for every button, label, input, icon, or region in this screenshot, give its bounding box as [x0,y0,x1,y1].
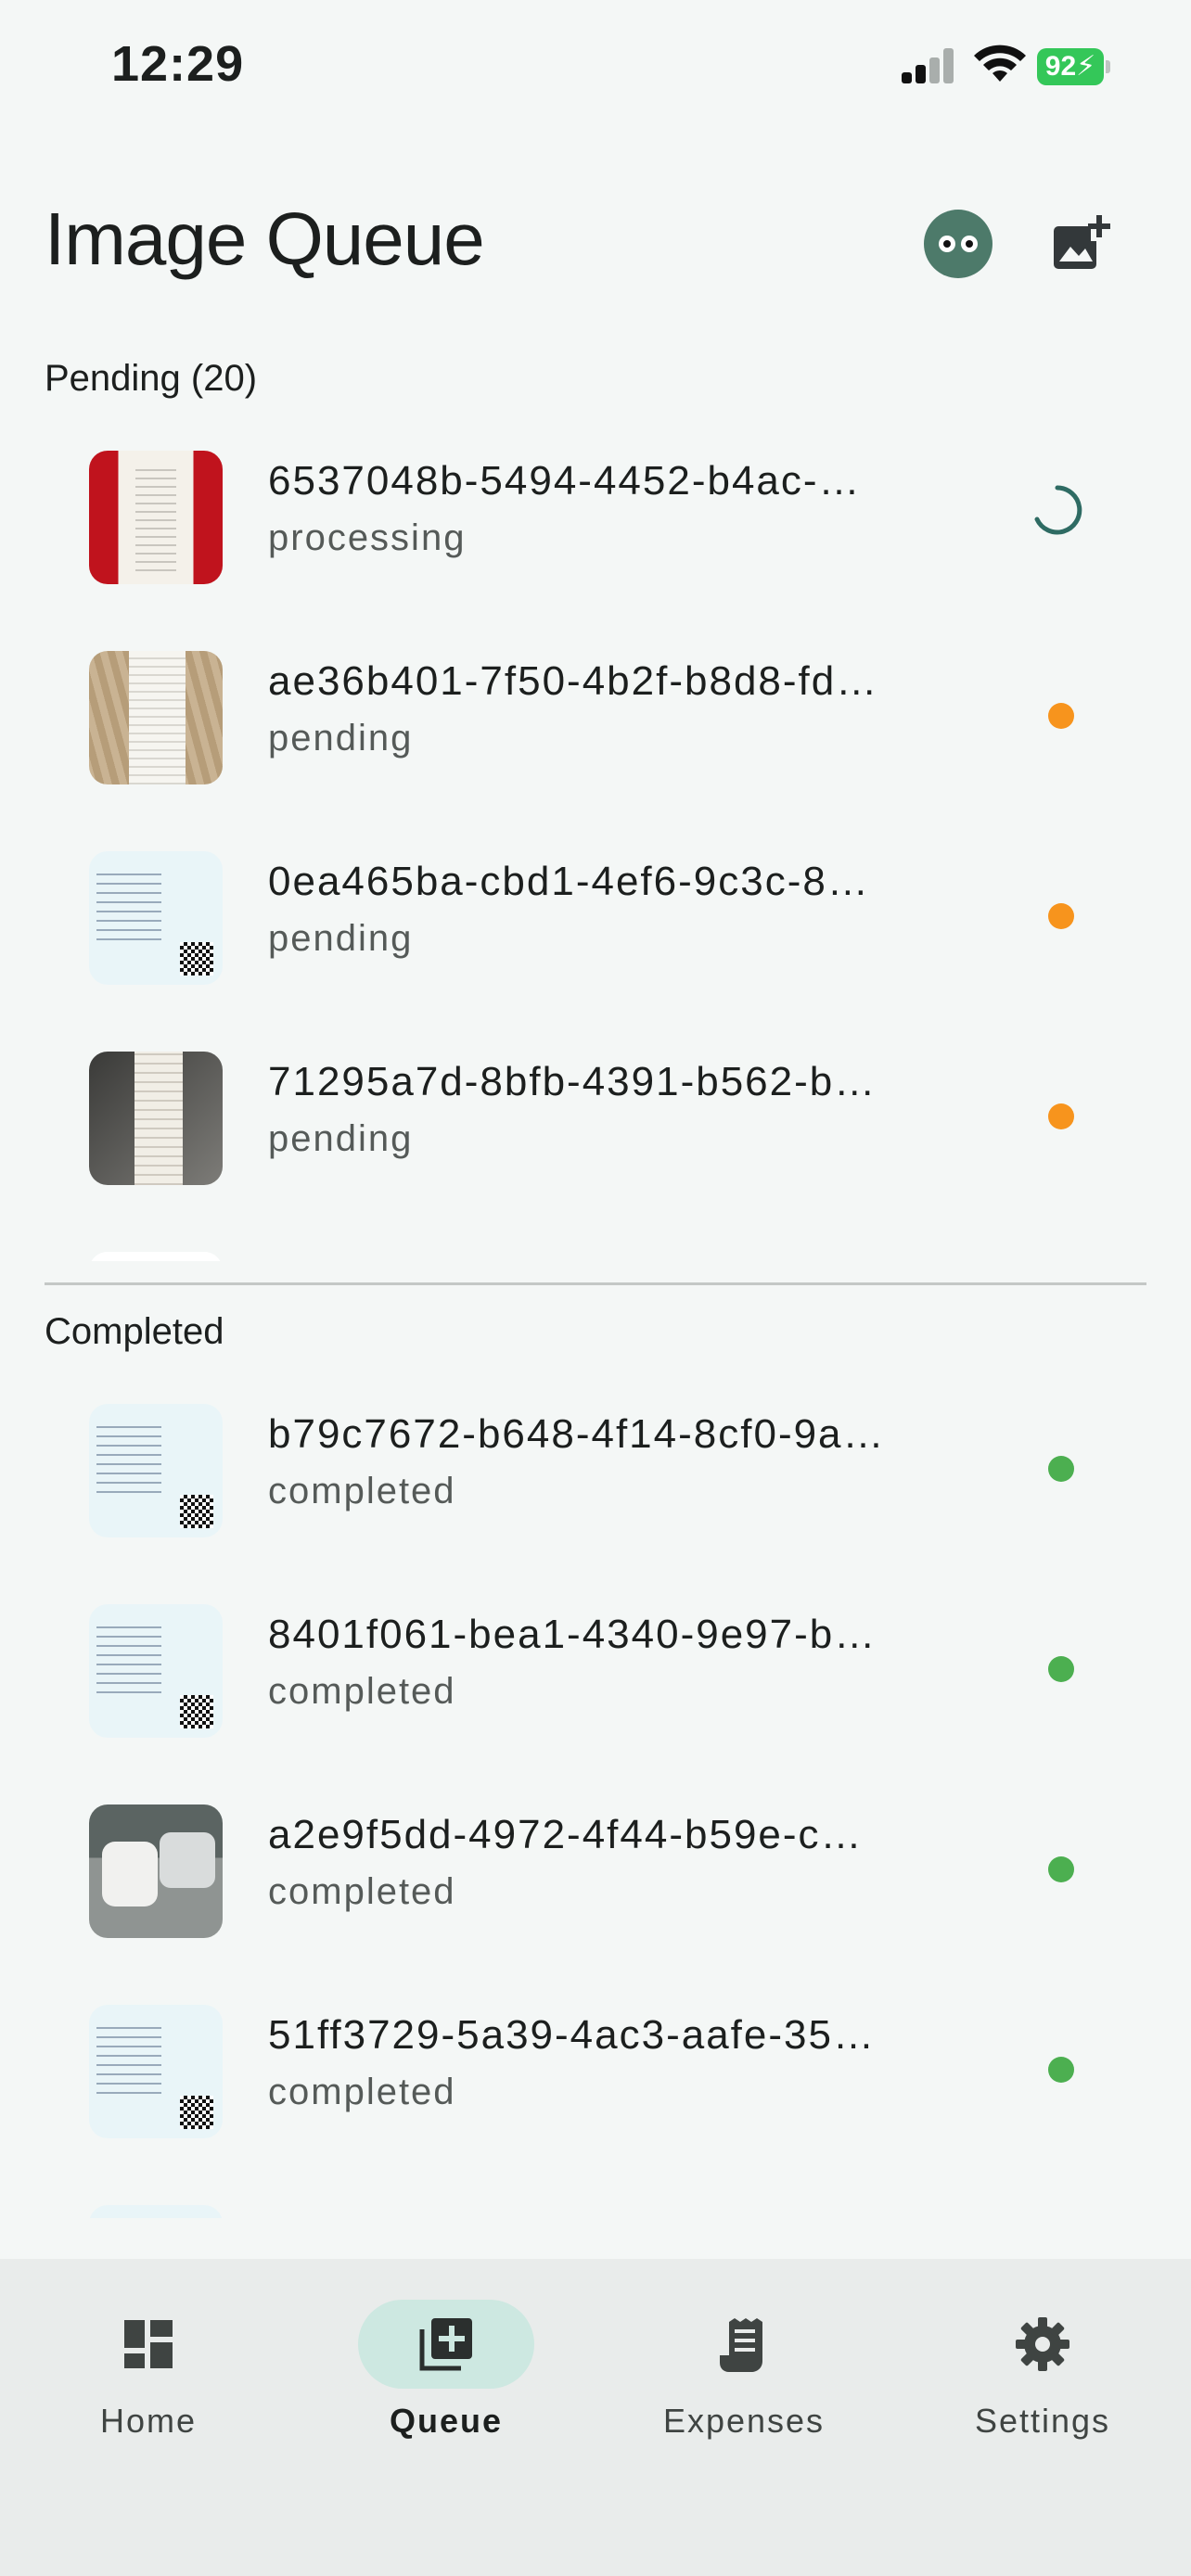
list-item[interactable]: 6537048b-5494-4452-b4ac-… processing [0,410,1191,610]
car-photo-thumbnail [89,1804,223,1938]
bank-slip-thumbnail [89,2005,223,2138]
completed-status-dot [1048,2057,1074,2083]
nav-label: Queue [389,2402,504,2440]
progress-spinner-icon [1034,485,1082,535]
nav-item-queue[interactable]: Queue [335,2300,557,2441]
list-item[interactable]: 51ff3729-5a39-4ac3-aafe-35… completed [0,1964,1191,2164]
item-name: ae36b401-7f50-4b2f-b8d8-fd… [268,658,879,704]
add-photo-icon[interactable] [1050,213,1111,274]
item-status: completed [268,1471,456,1511]
list-item[interactable]: 71295a7d-8bfb-4391-b562-b… pending [0,1011,1191,1211]
item-name: a2e9f5dd-4972-4f44-b59e-c… [268,1812,864,1857]
bank-slip-thumbnail [89,1604,223,1738]
avatar[interactable] [924,210,992,278]
avatar-eye-left [939,236,955,252]
list-item[interactable]: ae36b401-7f50-4b2f-b8d8-fd… pending [0,610,1191,810]
page-title: Image Queue [45,198,485,280]
status-time: 12:29 [111,36,245,92]
nav-item-home[interactable]: Home [37,2300,260,2441]
dashboard-icon [60,2300,237,2389]
item-status: completed [268,1871,456,1912]
item-name: 71295a7d-8bfb-4391-b562-b… [268,1059,877,1104]
completed-status-dot [1048,1656,1074,1682]
receipt-thumbnail [89,1252,223,1261]
item-name: 0ea465ba-cbd1-4ef6-9c3c-8… [268,859,870,904]
list-item[interactable]: a2e9f5dd-4972-4f44-b59e-c… completed [0,1764,1191,1964]
section-divider [45,1282,1146,1285]
list-item[interactable]: 8401f061-bea1-4340-9e97-b… completed [0,1563,1191,1764]
wifi-icon [974,45,1026,82]
item-name: 8401f061-bea1-4340-9e97-b… [268,1612,877,1657]
item-status: completed [268,2072,456,2112]
battery-level: 92 [1044,51,1077,82]
item-status: completed [268,1671,456,1712]
list-item[interactable] [0,2164,1191,2218]
pending-status-dot [1048,903,1074,929]
battery-icon: 92⚡ [1037,48,1111,85]
avatar-eye-right [961,236,978,252]
cellular-signal-icon [902,48,954,83]
receipt-icon [656,2300,832,2389]
item-name: 51ff3729-5a39-4ac3-aafe-35… [268,2012,876,2058]
receipt-thumbnail [89,451,223,584]
nav-label: Home [99,2402,198,2440]
item-status: pending [268,1118,414,1159]
nav-item-expenses[interactable]: Expenses [633,2300,855,2441]
completed-list: b79c7672-b648-4f14-8cf0-9a… completed 84… [0,1363,1191,2218]
list-item[interactable] [0,1211,1191,1261]
bank-slip-thumbnail [89,2205,223,2218]
pending-section-label: Pending (20) [45,358,258,399]
list-item[interactable]: 0ea465ba-cbd1-4ef6-9c3c-8… pending [0,810,1191,1011]
item-status: pending [268,918,414,959]
completed-section-label: Completed [45,1311,224,1352]
pending-list: 6537048b-5494-4452-b4ac-… processing ae3… [0,410,1191,1261]
bottom-navigation: Home Queue Expenses Settings [0,2259,1191,2576]
item-name: b79c7672-b648-4f14-8cf0-9a… [268,1411,886,1457]
bank-slip-thumbnail [89,1404,223,1537]
nav-label: Expenses [662,2402,826,2440]
completed-status-dot [1048,1856,1074,1882]
list-item[interactable]: b79c7672-b648-4f14-8cf0-9a… completed [0,1363,1191,1563]
queue-icon [358,2300,534,2389]
item-status: pending [268,718,414,759]
item-status: processing [268,517,467,558]
nav-label: Settings [974,2402,1111,2440]
pending-status-dot [1048,703,1074,729]
gear-icon [954,2300,1131,2389]
completed-status-dot [1048,1456,1074,1482]
status-bar: 12:29 92⚡ [0,0,1191,139]
item-name: 6537048b-5494-4452-b4ac-… [268,458,862,504]
bank-slip-thumbnail [89,851,223,985]
nav-item-settings[interactable]: Settings [931,2300,1154,2441]
receipt-thumbnail [89,651,223,784]
receipt-thumbnail [89,1052,223,1185]
pending-status-dot [1048,1103,1074,1129]
